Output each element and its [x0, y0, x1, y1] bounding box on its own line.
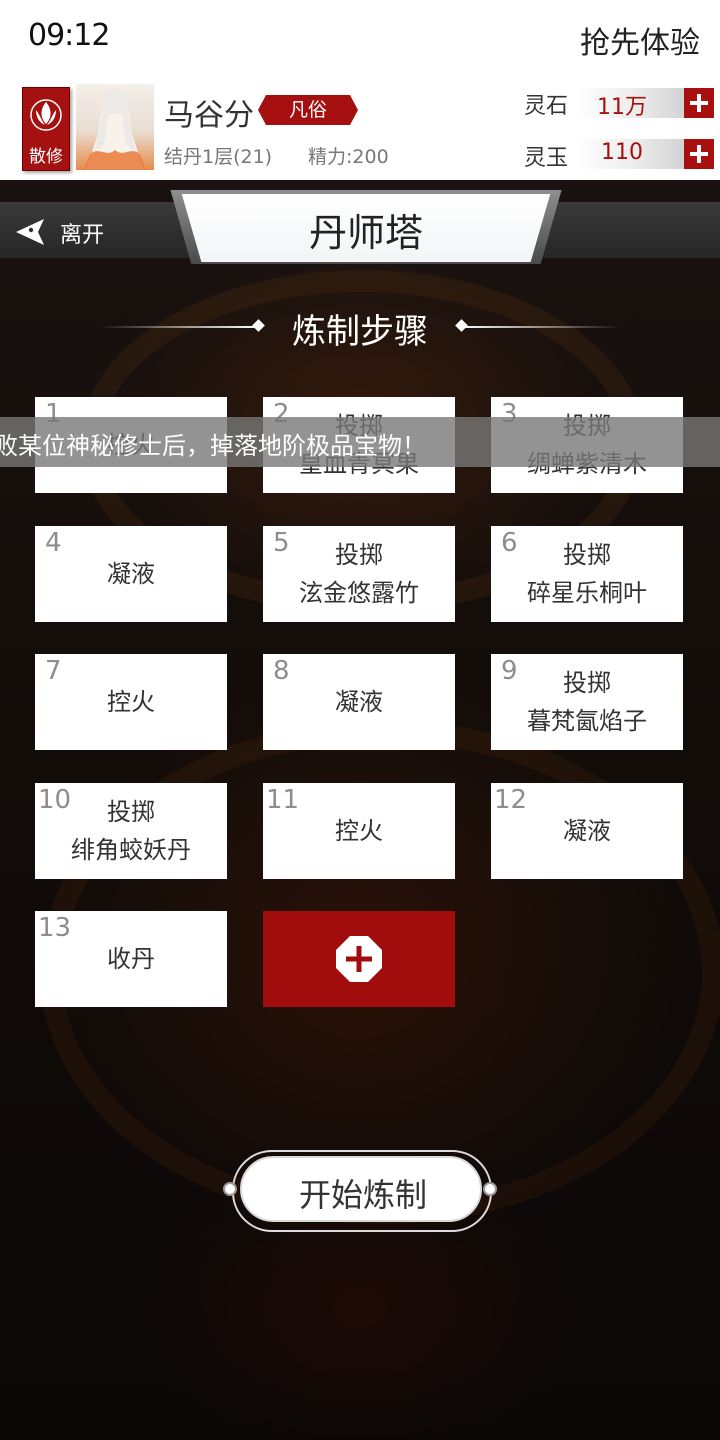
step-ingredient: 碎星乐桐叶	[527, 579, 647, 607]
stamina: 精力:200	[308, 146, 389, 168]
currency-value: 110	[601, 140, 643, 165]
rank-badge: 凡俗	[258, 95, 358, 125]
cultivation-realm: 结丹1层(21)	[164, 146, 273, 168]
frame-dot-right	[483, 1182, 497, 1196]
status-bar: 09:12 抢先体验	[0, 0, 720, 78]
step-ingredient: 暮梵氤焰子	[527, 707, 647, 735]
add-step-button[interactable]	[263, 911, 455, 1007]
step-card-7[interactable]: 7 控火	[35, 654, 227, 750]
step-card-13[interactable]: 13 收丹	[35, 911, 227, 1007]
leave-label: 离开	[60, 223, 105, 248]
announcement-banner: 败某位神秘修士后，掉落地阶极品宝物！	[0, 417, 720, 467]
add-spirit-jade-button[interactable]	[684, 139, 714, 169]
clock: 09:12	[28, 18, 110, 53]
step-ingredient: 绯角蛟妖丹	[71, 836, 191, 864]
step-card-9[interactable]: 9 投掷 暮梵氤焰子	[491, 654, 683, 750]
avatar[interactable]	[76, 84, 154, 170]
avatar-figure-icon	[84, 88, 146, 170]
step-card-10[interactable]: 10 投掷 绯角蛟妖丹	[35, 783, 227, 879]
sect-label: 散修	[29, 147, 63, 167]
start-refining-button[interactable]: 开始炼制	[240, 1156, 482, 1222]
add-spirit-stone-button[interactable]	[684, 88, 714, 118]
step-action: 凝液	[563, 817, 611, 845]
start-refining-label: 开始炼制	[298, 1176, 427, 1214]
frame-dot-left	[223, 1182, 237, 1196]
step-card-4[interactable]: 4 凝液	[35, 526, 227, 622]
announcement-text: 败某位神秘修士后，掉落地阶极品宝物！	[0, 432, 426, 460]
step-card-11[interactable]: 11 控火	[263, 783, 455, 879]
step-action: 控火	[107, 688, 155, 716]
currency-value: 11万	[597, 95, 647, 120]
section-title: 炼制步骤	[292, 312, 428, 352]
alchemy-panel: 离开 丹师塔 炼制步骤 1 控火 2 投掷 皇血青冥果 3 投掷 绸蝉紫清木 4…	[0, 180, 720, 1440]
page-title: 丹师塔	[308, 211, 423, 255]
step-ingredient: 泫金悠露竹	[299, 579, 419, 607]
sect-badge[interactable]: 散修	[22, 87, 70, 171]
early-access-link[interactable]: 抢先体验	[580, 18, 700, 62]
step-action: 凝液	[335, 688, 383, 716]
step-action: 控火	[335, 817, 383, 845]
lotus-icon	[30, 99, 62, 131]
step-action: 投掷	[107, 798, 155, 826]
currency-label: 灵玉	[524, 146, 569, 171]
step-action: 收丹	[107, 945, 155, 973]
divider-line	[462, 326, 620, 328]
step-action: 凝液	[107, 560, 155, 588]
step-action: 投掷	[335, 541, 383, 569]
back-arrow-icon	[16, 219, 44, 245]
step-card-5[interactable]: 5 投掷 泫金悠露竹	[263, 526, 455, 622]
leave-button[interactable]: 离开	[12, 212, 152, 252]
step-card-12[interactable]: 12 凝液	[491, 783, 683, 879]
step-action: 投掷	[563, 669, 611, 697]
player-name: 马谷分	[164, 98, 254, 133]
step-action: 投掷	[563, 541, 611, 569]
currency-label: 灵石	[524, 94, 569, 119]
player-profile: 散修 马谷分 凡俗 结丹1层(21) 精力:200 灵石 11万 灵玉 110	[0, 78, 720, 180]
step-card-6[interactable]: 6 投掷 碎星乐桐叶	[491, 526, 683, 622]
step-card-8[interactable]: 8 凝液	[263, 654, 455, 750]
add-icon	[336, 936, 382, 982]
